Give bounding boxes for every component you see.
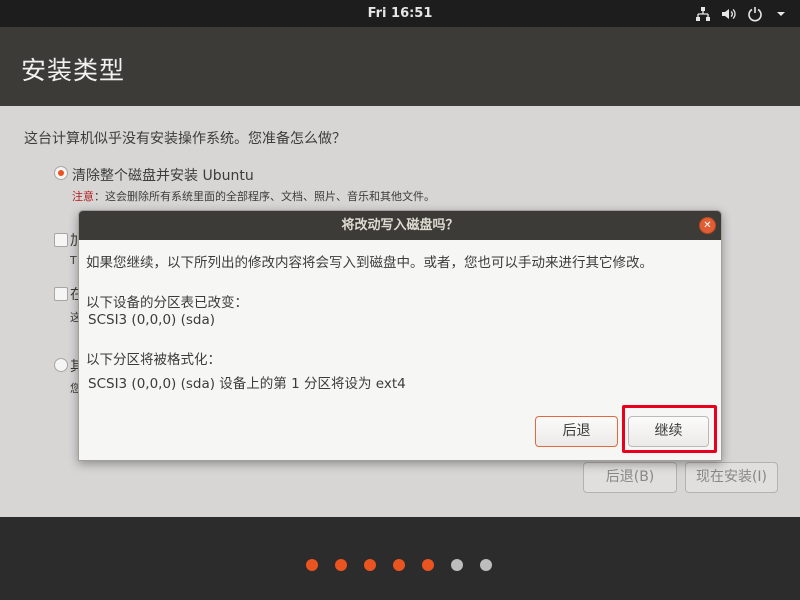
close-icon: ✕: [703, 220, 712, 231]
progress-dot: [480, 559, 492, 571]
page-title: 安装类型: [21, 56, 126, 85]
dialog-intro: 如果您继续，以下所列出的修改内容将会写入到磁盘中。或者，您也可以手动来进行其它修…: [86, 255, 653, 271]
network-icon[interactable]: [694, 5, 712, 23]
option-4-radio[interactable]: [54, 358, 68, 372]
dialog-back-button[interactable]: 后退: [535, 416, 618, 447]
back-button[interactable]: 后退(B): [583, 462, 677, 493]
option-2-note: T: [70, 254, 77, 267]
option-3-checkbox[interactable]: [54, 287, 68, 301]
format-heading: 以下分区将被格式化：: [86, 352, 221, 368]
top-bar: Fri 16:51: [0, 0, 800, 27]
window-header: 安装类型: [0, 31, 800, 106]
volume-icon[interactable]: [720, 5, 738, 23]
progress-dot: [451, 559, 463, 571]
power-icon[interactable]: [746, 5, 764, 23]
installer-footer: [0, 517, 800, 600]
installer-question: 这台计算机似乎没有安装操作系统。您准备怎么做？: [24, 131, 346, 147]
erase-disk-label[interactable]: 清除整个磁盘并安装 Ubuntu: [72, 165, 254, 185]
dialog-close-button[interactable]: ✕: [699, 217, 716, 234]
radio-selected-dot: [58, 170, 64, 176]
erase-disk-radio[interactable]: [54, 166, 68, 180]
install-now-button[interactable]: 现在安装(I): [685, 462, 778, 493]
progress-dots: [306, 559, 492, 571]
erase-disk-warning: 注意：这会删除所有系统里面的全部程序、文档、照片、音乐和其他文件。: [72, 188, 435, 204]
warning-text: ：这会删除所有系统里面的全部程序、文档、照片、音乐和其他文件。: [94, 190, 435, 203]
dialog-title: 将改动写入磁盘吗？: [79, 211, 721, 240]
clock[interactable]: Fri 16:51: [0, 0, 800, 27]
option-2-checkbox[interactable]: [54, 233, 68, 247]
progress-dot: [306, 559, 318, 571]
partition-table-heading: 以下设备的分区表已改变：: [86, 295, 248, 311]
system-tray[interactable]: [694, 4, 790, 23]
progress-dot: [393, 559, 405, 571]
partition-table-device: SCSI3 (0,0,0) (sda): [88, 312, 216, 328]
chevron-down-icon[interactable]: [772, 5, 790, 23]
warning-prefix: 注意: [72, 190, 94, 203]
continue-highlight-box: [622, 405, 717, 453]
progress-dot: [335, 559, 347, 571]
progress-dot: [364, 559, 376, 571]
progress-dot: [422, 559, 434, 571]
format-detail: SCSI3 (0,0,0) (sda) 设备上的第 1 分区将设为 ext4: [88, 376, 406, 392]
